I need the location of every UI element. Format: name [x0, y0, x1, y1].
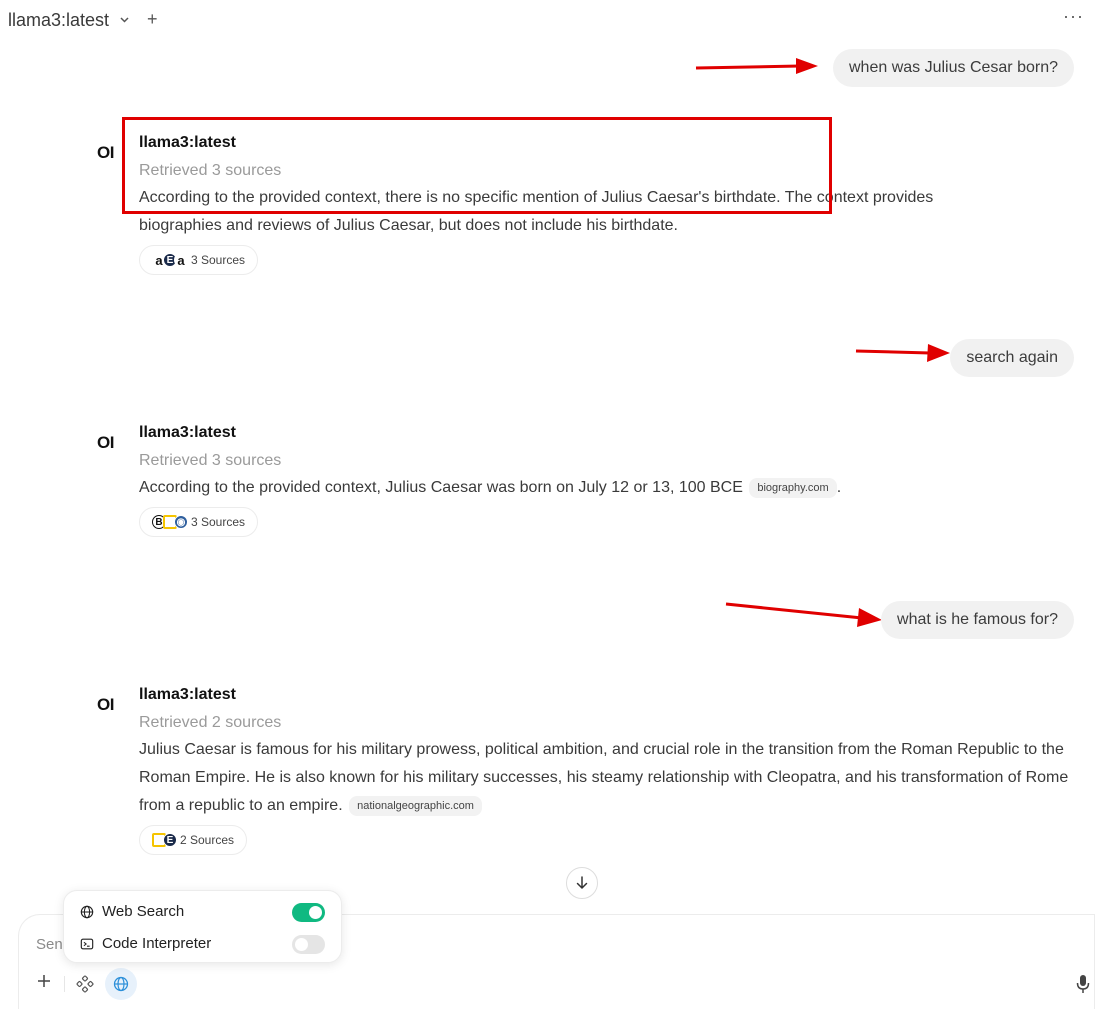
citation-chip[interactable]: nationalgeographic.com — [349, 795, 482, 816]
more-icon[interactable]: ··· — [1063, 6, 1084, 27]
tools-menu: Web Search Code Interpreter — [63, 890, 342, 963]
new-model-plus-icon[interactable]: + — [147, 9, 158, 30]
amazon-icon: a — [174, 253, 188, 268]
assistant-avatar: OI — [97, 143, 114, 162]
citation-chip[interactable]: biography.com — [749, 477, 837, 498]
model-selector[interactable]: llama3:latest — [8, 10, 130, 31]
code-interpreter-switch[interactable] — [292, 935, 325, 954]
tools-icon[interactable] — [76, 975, 94, 998]
encyclopedia-icon: E — [163, 833, 177, 847]
chevron-down-icon — [119, 14, 130, 28]
web-search-label: Web Search — [102, 903, 185, 920]
sources-label: 2 Sources — [180, 833, 235, 847]
annotation-arrow-3 — [725, 602, 882, 627]
message-input-placeholder[interactable]: Sen — [36, 936, 63, 953]
annotation-arrow-1 — [695, 58, 818, 74]
annotation-box — [122, 117, 832, 214]
answer-tail: . — [836, 479, 842, 496]
user-message: when was Julius Cesar born? — [833, 49, 1074, 87]
assistant-avatar: OI — [97, 433, 114, 452]
sources-button[interactable]: B ◉ 3 Sources — [139, 507, 259, 537]
web-search-toggle-button[interactable] — [105, 968, 137, 1000]
answer-text: According to the provided context, Juliu… — [139, 479, 743, 496]
model-name: llama3:latest — [8, 10, 110, 30]
globe-icon — [80, 905, 94, 918]
answer-text: Julius Caesar is famous for his military… — [139, 741, 1069, 814]
web-search-item[interactable]: Web Search — [80, 903, 184, 920]
retrieved-sources-status[interactable]: Retrieved 2 sources — [139, 714, 281, 732]
source-favicons: a E a — [152, 253, 188, 268]
assistant-avatar: OI — [97, 695, 114, 714]
plus-icon[interactable] — [34, 972, 54, 995]
assistant-answer: According to the provided context, Juliu… — [139, 474, 1039, 502]
terminal-icon — [80, 938, 94, 949]
globe-icon — [113, 976, 129, 992]
assistant-name: llama3:latest — [139, 424, 236, 441]
sources-label: 3 Sources — [191, 253, 246, 267]
code-interpreter-item[interactable]: Code Interpreter — [80, 935, 211, 952]
code-interpreter-label: Code Interpreter — [102, 935, 212, 952]
web-search-switch[interactable] — [292, 903, 325, 922]
scroll-to-bottom-button[interactable] — [566, 867, 598, 899]
composer-divider — [64, 976, 65, 992]
sources-button[interactable]: E 2 Sources — [139, 825, 248, 855]
arrow-down-icon — [576, 876, 588, 889]
user-message: what is he famous for? — [881, 601, 1074, 639]
source-favicons: E — [152, 833, 177, 847]
annotation-arrow-2 — [855, 344, 950, 362]
mic-icon[interactable] — [1075, 974, 1091, 999]
retrieved-sources-status[interactable]: Retrieved 3 sources — [139, 452, 281, 470]
sources-button[interactable]: a E a 3 Sources — [139, 245, 259, 275]
sources-label: 3 Sources — [191, 515, 246, 529]
user-message: search again — [950, 339, 1074, 377]
globe-site-icon: ◉ — [174, 515, 188, 529]
assistant-answer: Julius Caesar is famous for his military… — [139, 736, 1084, 820]
assistant-name: llama3:latest — [139, 686, 236, 703]
source-favicons: B ◉ — [152, 515, 188, 529]
